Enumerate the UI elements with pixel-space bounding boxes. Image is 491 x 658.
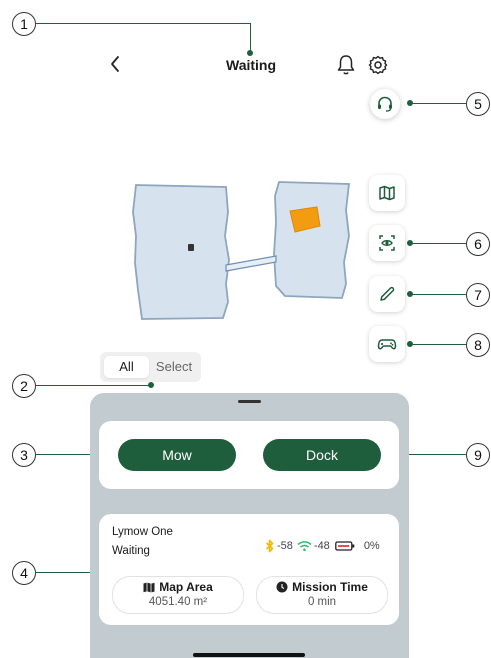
wifi-signal: -48 [313,540,330,552]
mow-button[interactable]: Mow [118,439,236,471]
mission-time-stat: Mission Time 0 min [256,576,388,614]
sheet-drag-handle[interactable] [238,400,261,403]
mission-time-label: Mission Time [292,580,368,594]
callout-7: 7 [466,283,490,307]
clock-icon [276,581,288,593]
eye-scan-icon [379,235,395,251]
leader-dot [407,100,413,106]
map-area-value: 4051.40 m² [148,596,208,608]
leader-dot [247,50,253,56]
chevron-left-icon [111,56,119,72]
callout-4: 4 [12,561,36,585]
leader-line [410,344,466,345]
lawn-map[interactable] [130,178,355,324]
bluetooth-signal: -58 [277,540,293,552]
leader-dot [148,382,154,388]
home-indicator [193,653,305,657]
tab-all[interactable]: All [104,356,149,378]
device-name: Lymow One [112,526,173,538]
leader-dot [407,291,413,297]
leader-line [410,243,466,244]
support-button[interactable] [370,89,400,119]
notifications-button[interactable] [335,53,357,77]
callout-3: 3 [12,443,36,467]
remote-control-button[interactable] [369,326,405,362]
map-icon [143,582,155,592]
callout-6: 6 [466,232,490,256]
edit-map-button[interactable] [369,276,405,312]
map-area-label: Map Area [159,580,213,594]
map-area-label-row: Map Area [113,580,243,594]
callout-8: 8 [466,333,490,357]
lawn-map-drawing [132,181,351,320]
callout-2: 2 [12,374,36,398]
leader-line [250,23,251,53]
leader-line [410,103,466,104]
bell-icon [337,55,355,75]
pencil-icon [380,286,395,301]
map-area-stat: Map Area 4051.40 m² [112,576,244,614]
leader-dot [407,240,413,246]
battery-percent: 0% [363,540,380,552]
gear-icon [368,55,388,75]
gamepad-icon [377,339,397,350]
leader-line [36,23,251,24]
camera-view-button[interactable] [369,225,405,261]
mission-time-label-row: Mission Time [257,580,387,594]
tab-select[interactable]: Select [151,356,197,378]
dock-button[interactable]: Dock [263,439,381,471]
device-status: Waiting [112,545,150,557]
zone-scope-toggle: All Select [100,352,201,382]
back-button[interactable] [104,52,126,76]
battery-icon [334,541,355,551]
connection-status: -58 -48 0% [265,538,380,554]
wifi-icon [297,541,312,552]
headset-icon [378,96,392,112]
leader-dot [407,341,413,347]
map-icon [379,185,395,201]
bluetooth-icon [265,539,274,553]
callout-1: 1 [12,12,36,36]
leader-line [36,572,96,573]
leader-line [36,385,150,386]
callout-9: 9 [466,443,490,467]
page-title: Waiting [226,57,277,73]
mission-time-value: 0 min [307,596,337,608]
map-view-button[interactable] [369,175,405,211]
callout-5: 5 [466,92,490,116]
leader-line [410,294,466,295]
settings-button[interactable] [367,53,389,77]
